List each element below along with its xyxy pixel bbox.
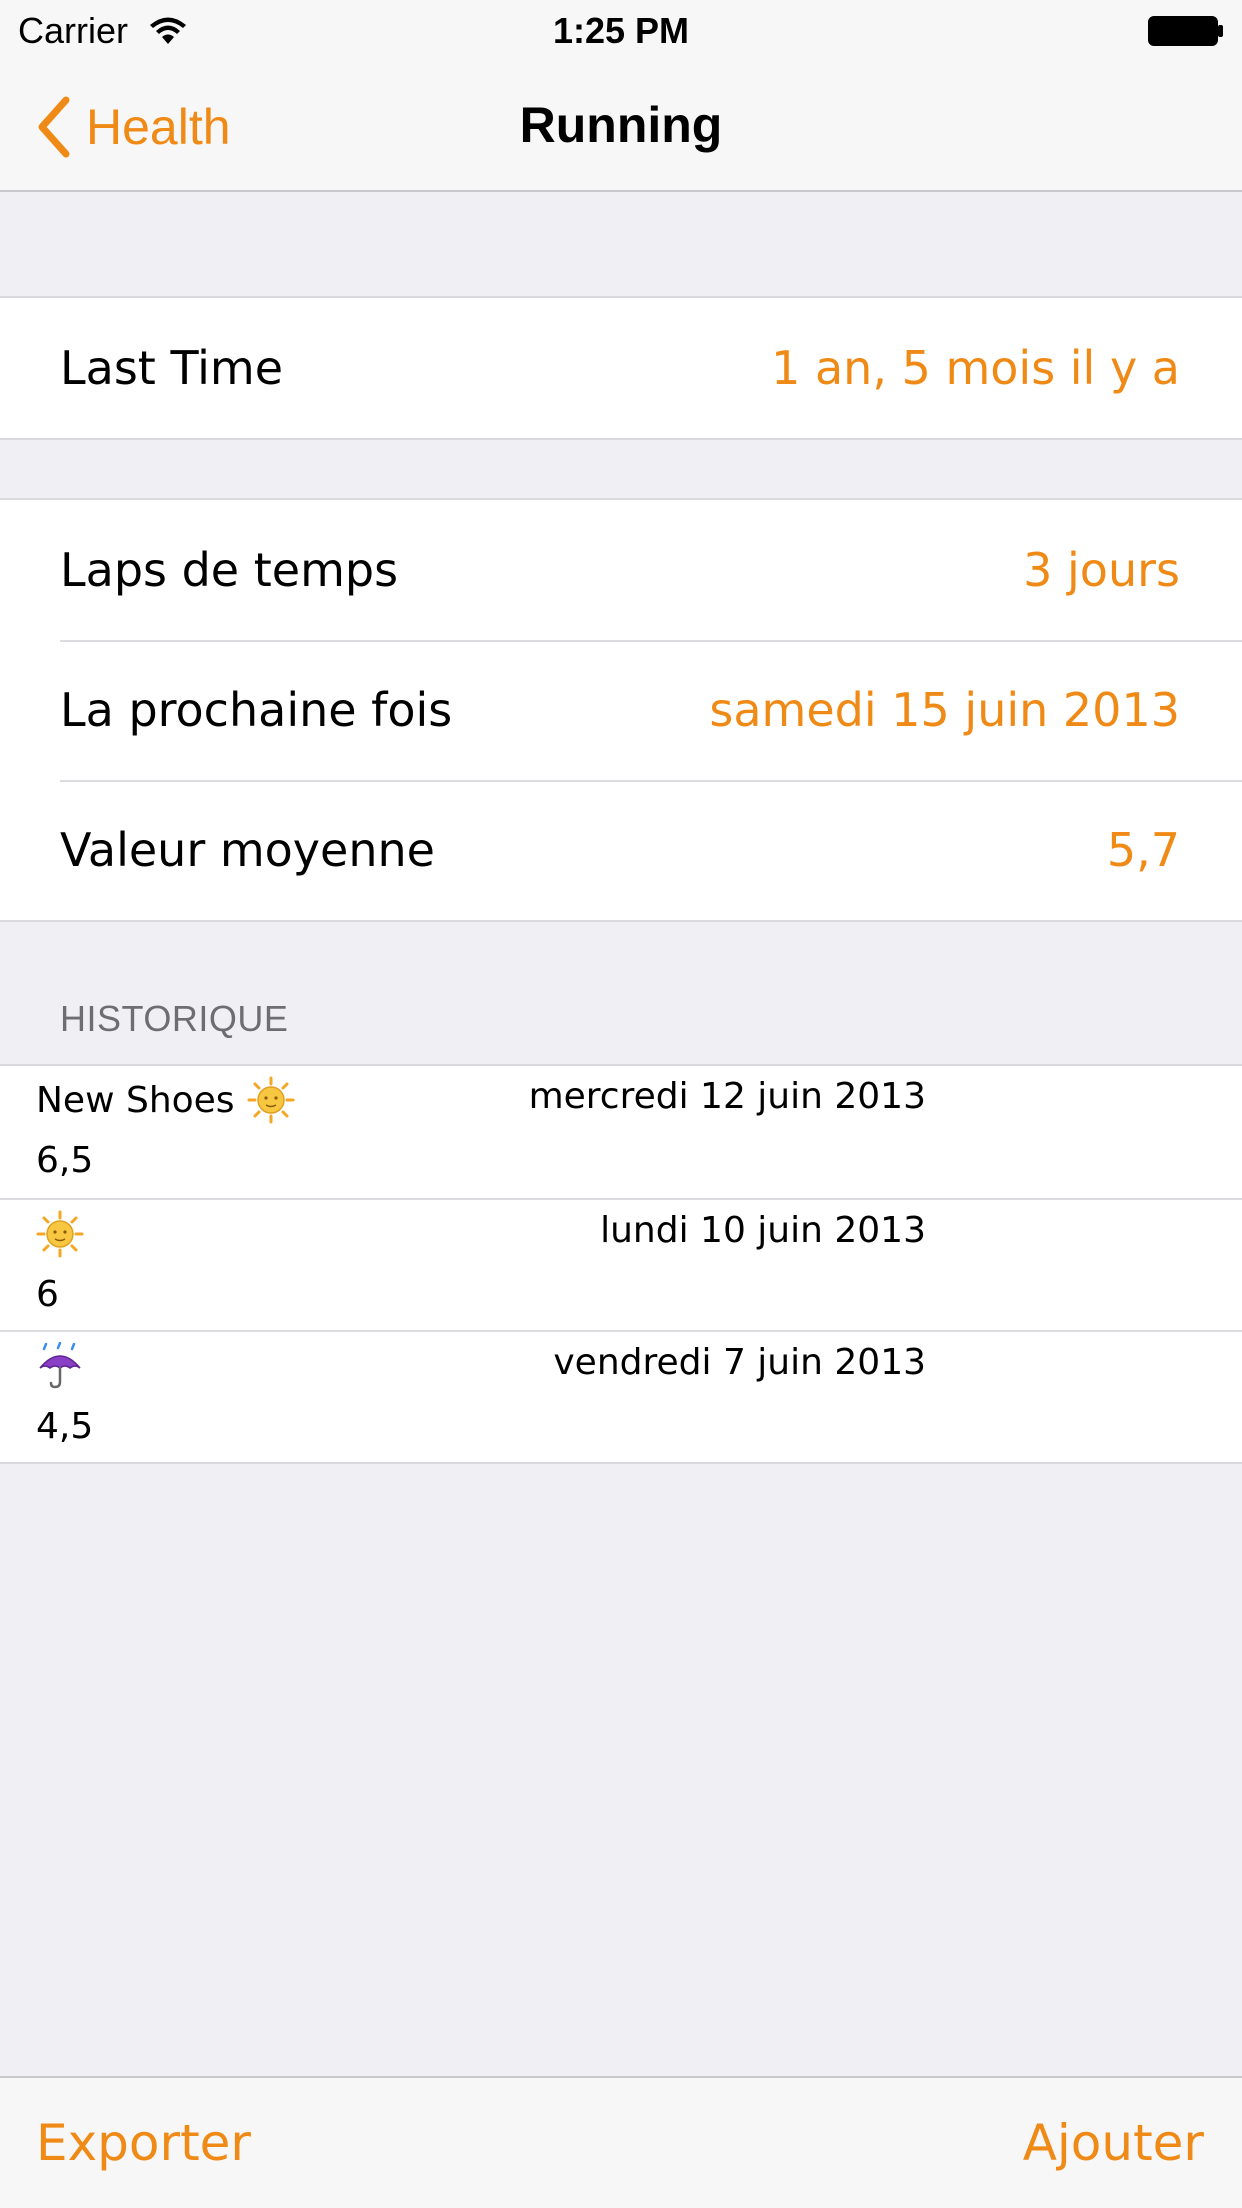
history-item[interactable]: lundi 10 juin 2013 6: [0, 1198, 1242, 1330]
navigation-bar: Carrier 1:25 PM Health Running: [0, 0, 1242, 192]
battery-icon: [1148, 16, 1223, 46]
history-note: [36, 1342, 84, 1390]
history-list: New Shoes mercredi 12 juin 2013 6,5 lund…: [0, 1064, 1242, 1464]
sun-emoji-icon: [247, 1076, 295, 1124]
history-value: 6: [36, 1274, 59, 1315]
bottom-toolbar: Exporter Ajouter: [0, 2076, 1242, 2208]
history-note: New Shoes: [36, 1076, 295, 1124]
interval-row[interactable]: Laps de temps 3 jours: [0, 500, 1242, 640]
last-time-row[interactable]: Last Time 1 an, 5 mois il y a: [0, 298, 1242, 438]
add-button[interactable]: Ajouter: [1023, 2114, 1204, 2172]
history-date: lundi 10 juin 2013: [600, 1210, 926, 1251]
screen: Carrier 1:25 PM Health Running Last Time…: [0, 0, 1242, 2208]
average-value-row[interactable]: Valeur moyenne 5,7: [0, 780, 1242, 920]
history-item[interactable]: vendredi 7 juin 2013 4,5: [0, 1330, 1242, 1462]
umbrella-rain-emoji-icon: [39, 1342, 81, 1389]
average-value-value: 5,7: [1106, 823, 1180, 877]
interval-label: Laps de temps: [60, 543, 399, 597]
history-note: [36, 1210, 84, 1258]
page-title: Running: [519, 97, 723, 153]
next-time-label: La prochaine fois: [60, 683, 453, 737]
history-date: mercredi 12 juin 2013: [528, 1076, 926, 1117]
details-section: Laps de temps 3 jours La prochaine fois …: [0, 498, 1242, 922]
history-section-header: HISTORIQUE: [60, 998, 289, 1039]
status-time: 1:25 PM: [552, 10, 690, 51]
last-time-section: Last Time 1 an, 5 mois il y a: [0, 296, 1242, 440]
history-date: vendredi 7 juin 2013: [553, 1342, 926, 1383]
history-item[interactable]: New Shoes mercredi 12 juin 2013 6,5: [0, 1066, 1242, 1198]
average-value-label: Valeur moyenne: [60, 823, 435, 877]
history-value: 4,5: [36, 1406, 94, 1447]
interval-value: 3 jours: [1023, 543, 1180, 597]
last-time-value: 1 an, 5 mois il y a: [771, 341, 1180, 395]
last-time-label: Last Time: [60, 341, 284, 395]
history-value: 6,5: [36, 1140, 94, 1181]
next-time-row[interactable]: La prochaine fois samedi 15 juin 2013: [0, 640, 1242, 780]
history-note-text: New Shoes: [36, 1079, 235, 1121]
export-button[interactable]: Exporter: [36, 2114, 251, 2172]
next-time-value: samedi 15 juin 2013: [709, 683, 1180, 737]
sun-emoji-icon: [36, 1210, 84, 1258]
